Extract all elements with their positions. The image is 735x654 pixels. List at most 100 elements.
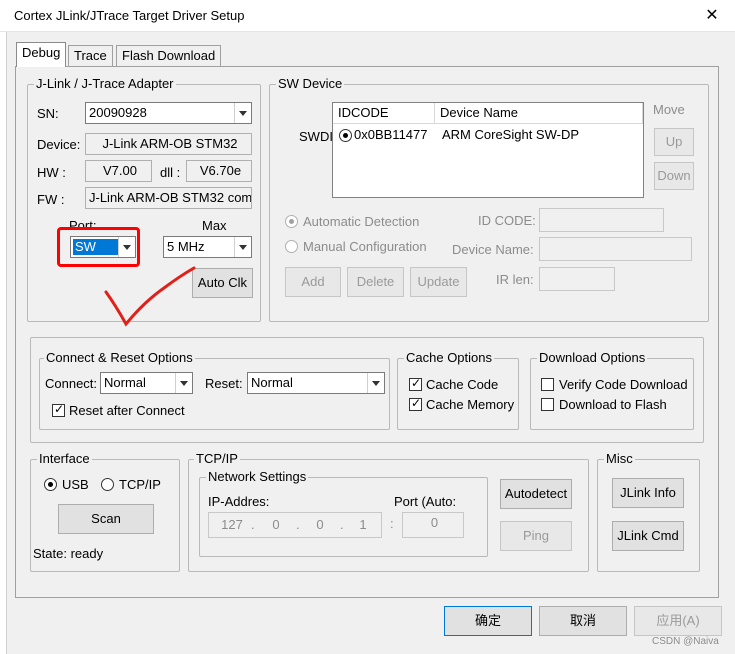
ok-button[interactable]: 确定	[444, 606, 532, 636]
ip-dot: .	[251, 517, 255, 532]
reset-after-connect-checkbox[interactable]	[52, 402, 65, 417]
device-label: Device:	[37, 137, 81, 152]
sn-value: 20090928	[89, 105, 147, 120]
hw-field: V7.00	[85, 160, 152, 182]
update-button[interactable]: Update	[410, 267, 467, 297]
verify-code-download-checkbox[interactable]	[541, 378, 554, 391]
usb-radio[interactable]	[44, 478, 57, 491]
reset-label: Reset:	[205, 376, 243, 391]
chevron-down-icon[interactable]	[367, 373, 384, 393]
autodetect-button[interactable]: Autodetect	[500, 479, 572, 509]
network-settings-label: Network Settings	[206, 469, 309, 484]
ip-dot: .	[296, 517, 300, 532]
jlink-cmd-button[interactable]: JLink Cmd	[612, 521, 684, 551]
connection-state: State: ready	[33, 546, 104, 561]
download-to-flash-checkbox[interactable]	[541, 398, 554, 411]
row-idcode: 0x0BB11477	[354, 127, 428, 142]
hw-label: HW :	[37, 165, 66, 180]
connect-reset-group-label: Connect & Reset Options	[44, 350, 195, 365]
adapter-group-label: J-Link / J-Trace Adapter	[34, 76, 176, 91]
sw-device-group-label: SW Device	[276, 76, 345, 91]
automatic-detection-label: Automatic Detection	[303, 214, 420, 229]
connect-combo[interactable]: Normal	[100, 372, 193, 394]
jlink-info-button[interactable]: JLink Info	[612, 478, 684, 508]
automatic-detection-radio[interactable]	[285, 215, 298, 228]
background-window-strip	[0, 32, 7, 654]
tab-flash-download[interactable]: Flash Download	[116, 45, 222, 67]
ir-len-label: IR len:	[496, 272, 534, 287]
tab-trace[interactable]: Trace	[68, 45, 113, 67]
ip-octet: 1	[359, 517, 367, 532]
tab-debug[interactable]: Debug	[16, 42, 67, 67]
max-label: Max	[202, 218, 227, 233]
highlight-box	[57, 227, 140, 267]
download-to-flash-label: Download to Flash	[559, 397, 667, 412]
dll-field: V6.70e	[186, 160, 252, 182]
device-name-input[interactable]	[539, 237, 692, 261]
auto-clk-button[interactable]: Auto Clk	[192, 268, 253, 298]
sn-combo[interactable]: 20090928	[85, 102, 252, 124]
watermark: CSDN @Naiva	[652, 636, 719, 647]
column-header-idcode[interactable]: IDCODE	[333, 103, 435, 124]
port-auto-label: Port (Auto:	[394, 494, 457, 509]
add-button[interactable]: Add	[285, 267, 341, 297]
reset-after-connect-label: Reset after Connect	[69, 403, 185, 418]
misc-group	[597, 459, 700, 572]
port-separator: :	[390, 516, 394, 531]
scan-button[interactable]: Scan	[58, 504, 154, 534]
checkmark-annotation	[104, 266, 196, 327]
tcpip-radio[interactable]	[101, 478, 114, 491]
cache-memory-checkbox[interactable]	[409, 396, 422, 411]
manual-configuration-radio[interactable]	[285, 240, 298, 253]
verify-code-download-label: Verify Code Download	[559, 377, 688, 392]
cache-options-group-label: Cache Options	[404, 350, 494, 365]
ip-address-input[interactable]: 127 . 0 . 0 . 1	[208, 512, 382, 538]
tcpip-port-input[interactable]: 0	[402, 512, 464, 538]
cancel-button[interactable]: 取消	[539, 606, 627, 636]
id-code-label: ID CODE:	[478, 213, 536, 228]
fw-label: FW :	[37, 192, 65, 207]
device-field: J-Link ARM-OB STM32	[85, 133, 252, 155]
tab-label: Debug	[22, 45, 61, 60]
interface-group-label: Interface	[37, 451, 92, 466]
ip-dot: .	[340, 517, 344, 532]
close-icon[interactable]: ✕	[697, 4, 727, 28]
move-label: Move	[653, 102, 685, 117]
tab-label: Flash Download	[122, 48, 216, 63]
ip-octet: 0	[316, 517, 324, 532]
fw-field: J-Link ARM-OB STM32 comp	[85, 187, 252, 209]
chevron-down-icon[interactable]	[234, 237, 251, 257]
down-button[interactable]: Down	[654, 162, 694, 190]
max-clock-combo[interactable]: 5 MHz	[163, 236, 252, 258]
table-row[interactable]: 0x0BB11477 ARM CoreSight SW-DP	[333, 125, 643, 145]
reset-value: Normal	[251, 375, 293, 390]
device-name-label: Device Name:	[452, 242, 534, 257]
connect-reset-group	[39, 358, 390, 430]
connect-label: Connect:	[45, 376, 98, 391]
id-code-input[interactable]	[539, 208, 664, 232]
cache-code-label: Cache Code	[426, 377, 499, 392]
selected-row-icon	[339, 129, 352, 142]
apply-button[interactable]: 应用(A)	[634, 606, 722, 636]
tab-label: Trace	[74, 48, 107, 63]
tcpip-label: TCP/IP	[119, 477, 161, 492]
chevron-down-icon[interactable]	[234, 103, 251, 123]
window-title: Cortex JLink/JTrace Target Driver Setup	[14, 8, 245, 23]
row-device-name: ARM CoreSight SW-DP	[442, 127, 580, 142]
download-options-group-label: Download Options	[537, 350, 648, 365]
misc-group-label: Misc	[604, 451, 635, 466]
dll-label: dll :	[160, 165, 181, 180]
ip-octet: 0	[272, 517, 280, 532]
cache-code-checkbox[interactable]	[409, 376, 422, 391]
up-button[interactable]: Up	[654, 128, 694, 156]
column-header-device-name[interactable]: Device Name	[435, 103, 643, 124]
download-options-group	[530, 358, 694, 430]
ping-button[interactable]: Ping	[500, 521, 572, 551]
delete-button[interactable]: Delete	[347, 267, 404, 297]
ir-len-input[interactable]	[539, 267, 615, 291]
ip-octet: 127	[221, 517, 243, 532]
chevron-down-icon[interactable]	[175, 373, 192, 393]
cache-memory-label: Cache Memory	[426, 397, 515, 412]
max-clock-value: 5 MHz	[167, 239, 205, 254]
reset-combo[interactable]: Normal	[247, 372, 385, 394]
